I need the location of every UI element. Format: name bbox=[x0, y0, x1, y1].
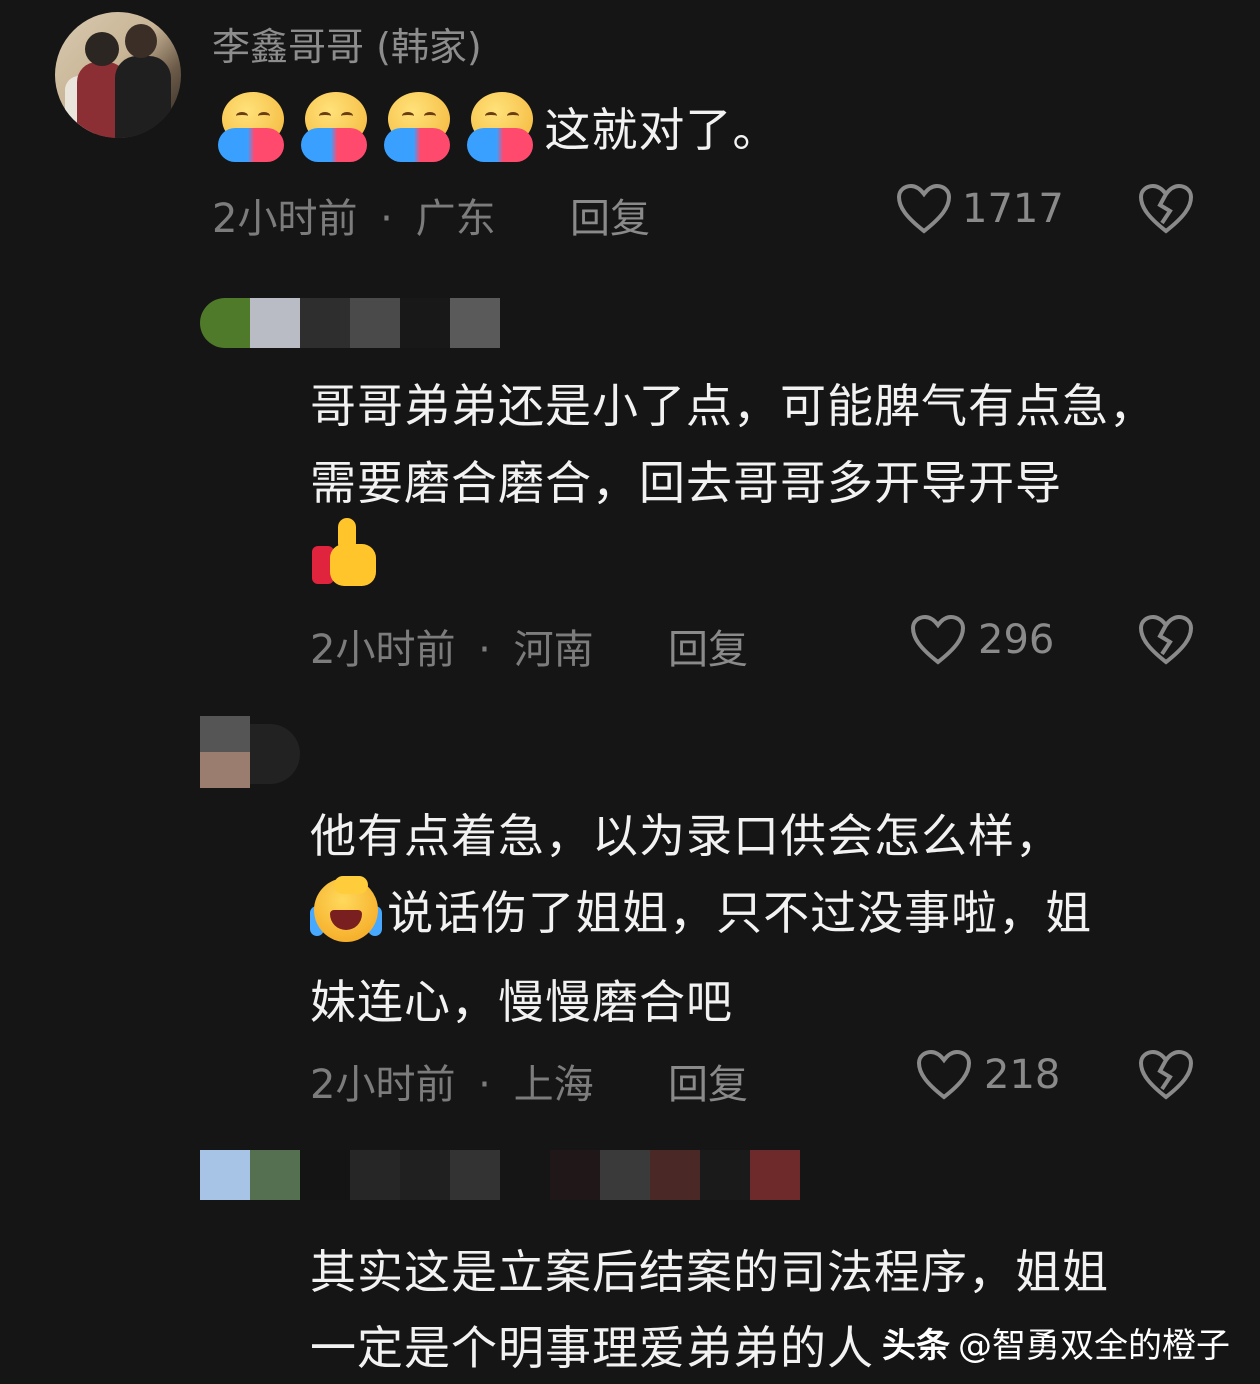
broken-heart-icon[interactable] bbox=[1138, 614, 1194, 666]
hugging-face-emoji bbox=[295, 92, 373, 162]
like-count: 218 bbox=[984, 1052, 1061, 1098]
thumbs-up-emoji bbox=[310, 518, 380, 592]
comment-meta: 2小时前 · 广东 bbox=[212, 186, 496, 244]
broken-heart-icon[interactable] bbox=[1138, 1049, 1194, 1101]
comment-meta: 2小时前 · 河南 bbox=[310, 617, 594, 675]
crying-face-emoji bbox=[310, 874, 382, 946]
avatar[interactable] bbox=[55, 12, 181, 138]
comment-text: 这就对了。 bbox=[544, 103, 780, 157]
heart-icon[interactable] bbox=[916, 1049, 972, 1101]
reply-button[interactable]: 回复 bbox=[668, 617, 748, 675]
separator: · bbox=[478, 1062, 491, 1108]
username[interactable]: 李鑫哥哥 (韩家) bbox=[212, 16, 482, 71]
redacted-username bbox=[200, 1150, 800, 1200]
watermark-brand: 头条 bbox=[882, 1326, 950, 1366]
hugging-face-emoji bbox=[461, 92, 539, 162]
location: 上海 bbox=[513, 1062, 594, 1108]
comment-text: 说话伤了姐姐，只不过没事啦，姐 bbox=[387, 886, 1093, 940]
comment-1-body: 这就对了。 bbox=[212, 92, 779, 164]
comment-text: 哥哥弟弟还是小了点，可能脾气有点急， bbox=[310, 379, 1156, 433]
comment-text: 妹连心，慢慢磨合吧 bbox=[310, 975, 733, 1029]
timestamp: 2小时前 bbox=[310, 1062, 456, 1108]
comment-text: 其实这是立案后结案的司法程序，姐姐 bbox=[310, 1245, 1109, 1299]
reply-button[interactable]: 回复 bbox=[570, 186, 650, 244]
timestamp: 2小时前 bbox=[212, 196, 358, 242]
comment-meta: 2小时前 · 上海 bbox=[310, 1052, 594, 1110]
separator: · bbox=[478, 627, 491, 673]
heart-icon[interactable] bbox=[896, 183, 952, 235]
redacted-username bbox=[200, 298, 500, 350]
heart-icon[interactable] bbox=[910, 614, 966, 666]
like-count: 1717 bbox=[962, 186, 1064, 232]
separator: · bbox=[380, 196, 393, 242]
timestamp: 2小时前 bbox=[310, 627, 456, 673]
redacted-username bbox=[200, 716, 500, 788]
hugging-face-emoji bbox=[212, 92, 290, 162]
broken-heart-icon[interactable] bbox=[1138, 183, 1194, 235]
comment-text: 需要磨合磨合，回去哥哥多开导开导 bbox=[310, 456, 1062, 510]
location: 河南 bbox=[513, 627, 594, 673]
location: 广东 bbox=[415, 196, 496, 242]
reply-button[interactable]: 回复 bbox=[668, 1052, 748, 1110]
hugging-face-emoji bbox=[378, 92, 456, 162]
like-count: 296 bbox=[978, 617, 1055, 663]
comment-text: 一定是个明事理爱弟弟的人 bbox=[310, 1321, 874, 1375]
comment-2-line: 说话伤了姐姐，只不过没事啦，姐 bbox=[310, 874, 1092, 946]
watermark: 头条 @智勇双全的橙子 bbox=[882, 1318, 1230, 1367]
comment-text: 他有点着急，以为录口供会怎么样， bbox=[310, 809, 1062, 863]
watermark-handle: @智勇双全的橙子 bbox=[958, 1326, 1230, 1366]
